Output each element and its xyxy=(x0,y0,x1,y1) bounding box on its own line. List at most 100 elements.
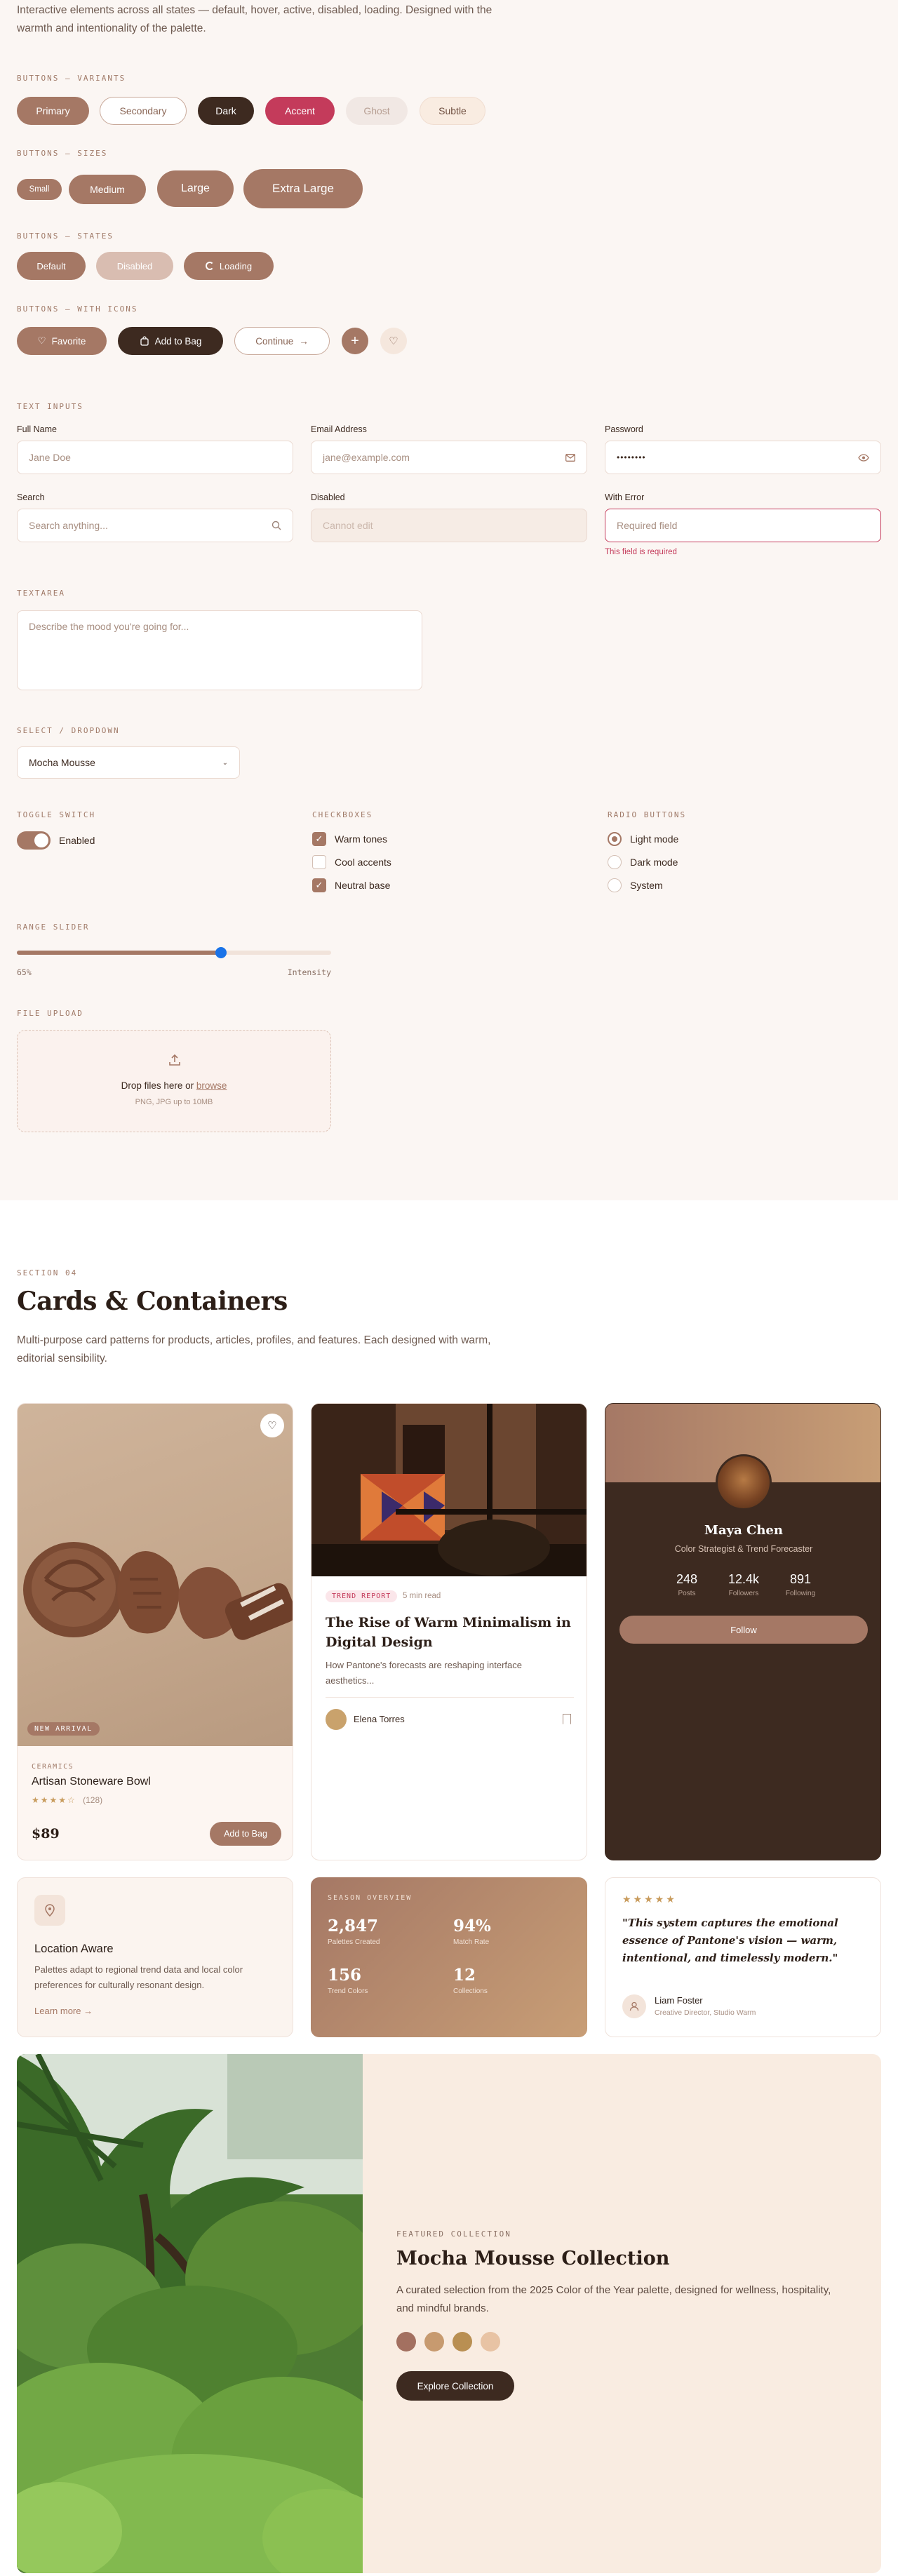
feature-image xyxy=(17,2054,396,2573)
feature-banner: Featured Collection Mocha Mousse Collect… xyxy=(17,2054,881,2573)
checkbox-warm-tones-label: Warm tones xyxy=(335,833,387,845)
secondary-button[interactable]: Secondary xyxy=(100,97,187,125)
upload-hint: PNG, JPG up to 10MB xyxy=(135,1098,213,1106)
error-input[interactable]: Required field xyxy=(605,509,881,542)
checkbox-neutral-base[interactable]: ✓ xyxy=(312,878,326,892)
stat-value: 12 xyxy=(453,1966,476,1985)
radio-system[interactable] xyxy=(608,878,622,892)
loading-label: Loading xyxy=(219,260,253,271)
disabled-label: Disabled xyxy=(311,492,345,502)
swatch-caramel[interactable] xyxy=(424,2332,444,2352)
location-card[interactable]: Location Aware Palettes adapt to regiona… xyxy=(17,1877,293,2037)
select-label: Select / Dropdown xyxy=(17,726,120,735)
toggle-switch[interactable] xyxy=(17,831,51,850)
error-placeholder: Required field xyxy=(617,520,678,531)
swatch-ochre[interactable] xyxy=(453,2332,472,2352)
accent-button[interactable]: Accent xyxy=(265,97,335,125)
article-title[interactable]: The Rise of Warm Minimalism in Digital D… xyxy=(326,1613,575,1652)
testimonial-quote: "This system captures the emotional esse… xyxy=(622,1917,838,1964)
swatch-peach[interactable] xyxy=(481,2332,500,2352)
browse-link[interactable]: browse xyxy=(196,1080,227,1091)
slider-track[interactable] xyxy=(17,947,331,958)
testimonial-card: ★★★★★ "This system captures the emotiona… xyxy=(605,1877,881,2037)
large-button[interactable]: Large xyxy=(157,170,234,207)
product-add-to-bag-button[interactable]: Add to Bag xyxy=(210,1822,281,1846)
ghost-button[interactable]: Ghost xyxy=(346,97,408,125)
textarea-label: Textarea xyxy=(17,589,65,598)
bookmark-icon[interactable] xyxy=(563,1714,571,1724)
article-excerpt: How Pantone's forecasts are reshaping in… xyxy=(326,1660,522,1686)
stat-value: 248 xyxy=(676,1572,698,1586)
upload-text: Drop files here or xyxy=(121,1080,196,1091)
radio-light-mode[interactable] xyxy=(608,832,622,846)
section04-description: Multi-purpose card patterns for products… xyxy=(17,1334,491,1364)
radio-light-mode-label: Light mode xyxy=(630,833,679,845)
extra-large-button[interactable]: Extra Large xyxy=(243,169,363,208)
password-label: Password xyxy=(605,424,643,434)
select-dropdown[interactable]: Mocha Mousse ⌄ xyxy=(17,746,240,779)
favorite-button[interactable]: ♡ Favorite xyxy=(17,327,107,355)
medium-button[interactable]: Medium xyxy=(69,175,146,204)
subtle-button[interactable]: Subtle xyxy=(420,97,485,125)
location-text: Palettes adapt to regional trend data an… xyxy=(34,1964,243,1990)
bag-icon xyxy=(140,336,149,346)
rating-stars: ★★★★☆ xyxy=(32,1795,76,1805)
author-avatar xyxy=(326,1709,347,1730)
profile-card[interactable]: Maya Chen Color Strategist & Trend Forec… xyxy=(605,1403,881,1860)
explore-collection-button[interactable]: Explore Collection xyxy=(396,2371,514,2401)
product-badge: New Arrival xyxy=(27,1722,100,1736)
add-icon-button[interactable]: + xyxy=(342,328,368,354)
checkbox-warm-tones[interactable]: ✓ xyxy=(312,832,326,846)
radio-dark-mode[interactable] xyxy=(608,855,622,869)
slider-thumb[interactable] xyxy=(215,947,227,958)
map-pin-icon xyxy=(45,1904,55,1917)
stat-value: 12.4k xyxy=(728,1572,760,1586)
loading-state-button[interactable]: Loading xyxy=(184,252,274,280)
email-input[interactable]: jane@example.com xyxy=(311,441,587,474)
dark-button[interactable]: Dark xyxy=(198,97,254,125)
heart-icon-button[interactable]: ♡ xyxy=(380,328,407,354)
wishlist-button[interactable]: ♡ xyxy=(260,1414,284,1437)
default-state-button[interactable]: Default xyxy=(17,252,86,280)
small-button[interactable]: Small xyxy=(17,179,62,200)
toggle-knob xyxy=(34,833,48,847)
check-icon: ✓ xyxy=(315,880,323,890)
search-input[interactable]: Search anything... xyxy=(17,509,293,542)
follow-button[interactable]: Follow xyxy=(619,1616,868,1644)
textarea-input[interactable]: Describe the mood you're going for... xyxy=(17,610,422,690)
full-name-input[interactable]: Jane Doe xyxy=(17,441,293,474)
chevron-down-icon: ⌄ xyxy=(222,758,228,767)
product-card[interactable]: ♡ New Arrival Ceramics Artisan Stoneware… xyxy=(17,1403,293,1860)
feature-label: Featured Collection xyxy=(396,2229,511,2239)
stat-label: Match Rate xyxy=(453,1938,490,1946)
product-rating: ★★★★☆ (128) xyxy=(32,1795,102,1805)
eye-icon[interactable] xyxy=(858,453,869,462)
section04-label: Section 04 xyxy=(17,1268,78,1277)
password-input[interactable]: •••••••• xyxy=(605,441,881,474)
testimonial-author: Liam Foster xyxy=(655,1995,703,2006)
primary-button[interactable]: Primary xyxy=(17,97,89,125)
continue-button[interactable]: Continue → xyxy=(234,327,330,355)
mail-icon xyxy=(565,453,575,462)
location-title: Location Aware xyxy=(34,1943,114,1955)
email-placeholder: jane@example.com xyxy=(323,452,410,463)
slider-value: 65% xyxy=(17,967,32,977)
password-value: •••••••• xyxy=(617,452,646,462)
stat-value: 2,847 xyxy=(328,1917,379,1936)
profile-name: Maya Chen xyxy=(704,1523,783,1538)
article-tag: Trend Report xyxy=(326,1590,398,1602)
select-value: Mocha Mousse xyxy=(29,757,95,768)
product-name: Artisan Stoneware Bowl xyxy=(32,1776,151,1787)
plus-icon: + xyxy=(351,333,359,349)
learn-more-link[interactable]: Learn more → xyxy=(34,2006,93,2016)
file-upload-dropzone[interactable]: Drop files here or browse PNG, JPG up to… xyxy=(17,1030,331,1132)
swatch-mocha[interactable] xyxy=(396,2332,416,2352)
add-to-bag-button[interactable]: Add to Bag xyxy=(118,327,223,355)
full-name-label: Full Name xyxy=(17,424,57,434)
upload-label: File Upload xyxy=(17,1009,83,1018)
textarea-placeholder: Describe the mood you're going for... xyxy=(29,621,189,632)
upload-icon xyxy=(169,1054,180,1066)
article-card[interactable]: Trend Report 5 min read The Rise of Warm… xyxy=(311,1403,587,1860)
product-reviews: (128) xyxy=(83,1795,103,1805)
checkbox-cool-accents[interactable] xyxy=(312,855,326,869)
